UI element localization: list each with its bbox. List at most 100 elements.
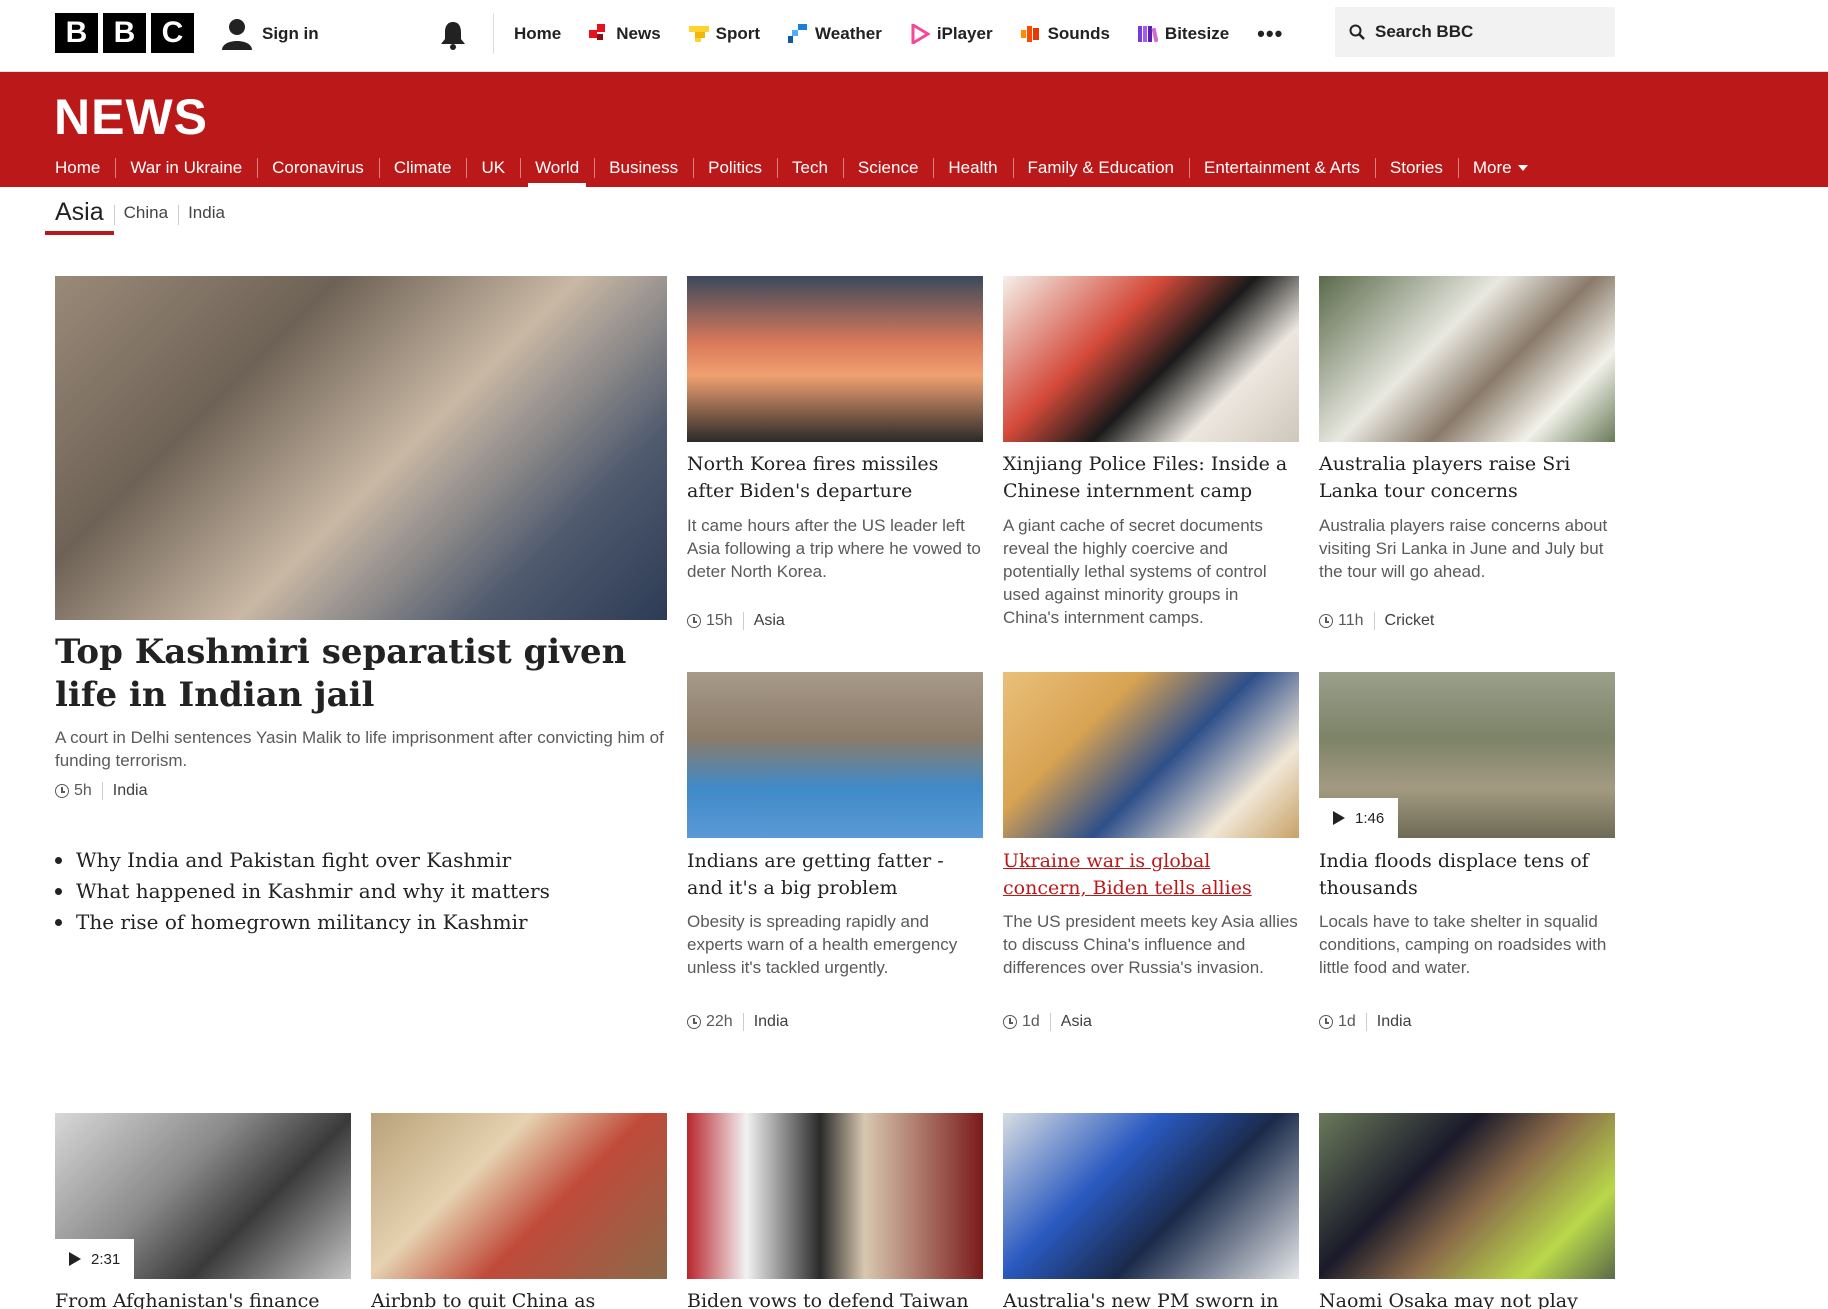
story-headline[interactable]: North Korea fires missiles after Biden's…	[687, 451, 983, 505]
story-headline[interactable]: From Afghanistan's finance	[55, 1288, 351, 1309]
news-nav-politics[interactable]: Politics	[693, 148, 777, 187]
news-nav-coronavirus[interactable]: Coronavirus	[257, 148, 379, 187]
sign-in-label: Sign in	[262, 24, 319, 43]
video-duration-badge[interactable]: 2:31	[55, 1239, 135, 1279]
video-duration: 2:31	[91, 1250, 121, 1268]
story-image[interactable]: 2:31	[55, 1113, 351, 1279]
story-image[interactable]	[371, 1113, 667, 1279]
bbc-logo[interactable]: B B C	[55, 13, 194, 53]
service-home[interactable]: Home	[500, 14, 575, 54]
news-nav-stories[interactable]: Stories	[1374, 148, 1458, 187]
service-label: Weather	[815, 24, 882, 43]
related-link[interactable]: Why India and Pakistan fight over Kashmi…	[55, 845, 550, 876]
story-image[interactable]	[1003, 276, 1299, 442]
service-news[interactable]: News	[575, 14, 674, 54]
category-link[interactable]: India	[101, 782, 148, 800]
story-meta: 1d India	[1319, 1011, 1412, 1033]
bitesize-icon	[1137, 26, 1158, 43]
related-link[interactable]: What happened in Kashmir and why it matt…	[55, 876, 550, 907]
story-image[interactable]	[1003, 1113, 1299, 1279]
news-header: NEWS Home War in Ukraine Coronavirus Cli…	[0, 72, 1828, 187]
bbc-logo-letter: B	[55, 13, 98, 53]
story-headline[interactable]: Ukraine war is global concern, Biden tel…	[1003, 848, 1299, 902]
story-headline[interactable]: Indians are getting fatter - and it's a …	[687, 848, 983, 902]
more-services-button[interactable]: •••	[1243, 14, 1297, 54]
category-link[interactable]: Cricket	[1373, 612, 1434, 630]
news-nav-war-in-ukraine[interactable]: War in Ukraine	[115, 148, 257, 187]
service-label: Home	[514, 24, 562, 43]
story-image[interactable]	[687, 1113, 983, 1279]
notifications-button[interactable]	[436, 18, 470, 52]
story-summary: A giant cache of secret documents reveal…	[1003, 516, 1267, 627]
clock-icon	[1319, 1015, 1333, 1029]
news-nav-uk[interactable]: UK	[466, 148, 520, 187]
masthead-divider	[493, 14, 494, 54]
service-bitesize[interactable]: Bitesize	[1124, 14, 1243, 54]
news-logo[interactable]: NEWS	[54, 88, 208, 146]
story-summary: The US president meets key Asia allies t…	[1003, 912, 1298, 977]
news-nav-entertainment-arts[interactable]: Entertainment & Arts	[1189, 148, 1375, 187]
lead-story-meta: 5h India	[55, 780, 148, 802]
timestamp-label: 1d	[1338, 1013, 1356, 1030]
service-label: Sounds	[1047, 24, 1110, 43]
lead-story-image[interactable]	[55, 276, 667, 620]
category-link[interactable]: Asia	[1049, 1013, 1092, 1031]
subnav-china[interactable]: China	[113, 190, 178, 235]
sign-in-link[interactable]: Sign in	[222, 14, 319, 54]
story-headline[interactable]: Xinjiang Police Files: Inside a Chinese …	[1003, 451, 1299, 505]
story-headline[interactable]: India floods displace tens of thousands	[1319, 848, 1615, 902]
story-image[interactable]	[687, 672, 983, 838]
news-nav-more[interactable]: More	[1457, 148, 1543, 187]
story-image[interactable]	[1003, 672, 1299, 838]
news-nav-health[interactable]: Health	[933, 148, 1012, 187]
subnav-india[interactable]: India	[178, 190, 235, 235]
timestamp: 5h	[55, 782, 102, 800]
story-image[interactable]: 1:46	[1319, 672, 1615, 838]
category-link[interactable]: India	[1365, 1013, 1412, 1031]
related-link[interactable]: The rise of homegrown militancy in Kashm…	[55, 907, 550, 938]
news-nav-tech[interactable]: Tech	[777, 148, 843, 187]
service-sounds[interactable]: Sounds	[1007, 14, 1124, 54]
story-headline[interactable]: Airbnb to quit China as	[371, 1288, 667, 1309]
bbc-masthead: B B C Sign in Home News Sport Weather iP…	[0, 0, 1828, 72]
news-nav-world[interactable]: World	[520, 148, 594, 187]
news-nav-climate[interactable]: Climate	[378, 148, 467, 187]
story-image[interactable]	[687, 276, 983, 442]
bbc-logo-letter: C	[151, 13, 194, 53]
story-image[interactable]	[1319, 1113, 1615, 1279]
news-nav-family-education[interactable]: Family & Education	[1012, 148, 1189, 187]
service-sport[interactable]: Sport	[675, 14, 774, 54]
timestamp: 22h	[687, 1013, 743, 1031]
story-headline[interactable]: Australia's new PM sworn in	[1003, 1288, 1299, 1309]
play-icon	[69, 1252, 81, 1266]
timestamp-label: 1d	[1022, 1013, 1040, 1030]
weather-icon	[788, 24, 808, 43]
news-icon	[589, 24, 606, 40]
timestamp-label: 22h	[706, 1013, 733, 1030]
video-duration-badge[interactable]: 1:46	[1319, 798, 1399, 838]
video-duration: 1:46	[1355, 809, 1385, 827]
service-weather[interactable]: Weather	[774, 14, 896, 54]
story-image[interactable]	[1319, 276, 1615, 442]
bullet-icon	[55, 857, 62, 864]
service-iplayer[interactable]: iPlayer	[896, 14, 1007, 54]
search-input[interactable]: Search BBC	[1335, 7, 1615, 57]
lead-story-headline[interactable]: Top Kashmiri separatist given life in In…	[55, 631, 667, 717]
category-link[interactable]: Asia	[742, 612, 785, 630]
story-headline[interactable]: Naomi Osaka may not play	[1319, 1288, 1615, 1309]
story-headline[interactable]: Biden vows to defend Taiwan	[687, 1288, 983, 1309]
news-nav-science[interactable]: Science	[842, 148, 933, 187]
related-link-label: The rise of homegrown militancy in Kashm…	[76, 910, 528, 934]
news-nav-business[interactable]: Business	[594, 148, 693, 187]
search-icon	[1349, 24, 1365, 40]
clock-icon	[687, 614, 701, 628]
clock-icon	[1319, 614, 1333, 628]
subnav-asia[interactable]: Asia	[45, 190, 114, 235]
related-link-label: Why India and Pakistan fight over Kashmi…	[76, 848, 512, 872]
story-meta: 1d Asia	[1003, 1011, 1092, 1033]
category-link[interactable]: India	[742, 1013, 788, 1031]
story-meta: 11h Cricket	[1319, 610, 1434, 632]
timestamp: 11h	[1319, 612, 1374, 630]
news-nav-home[interactable]: Home	[40, 148, 115, 187]
story-headline[interactable]: Australia players raise Sri Lanka tour c…	[1319, 451, 1615, 505]
